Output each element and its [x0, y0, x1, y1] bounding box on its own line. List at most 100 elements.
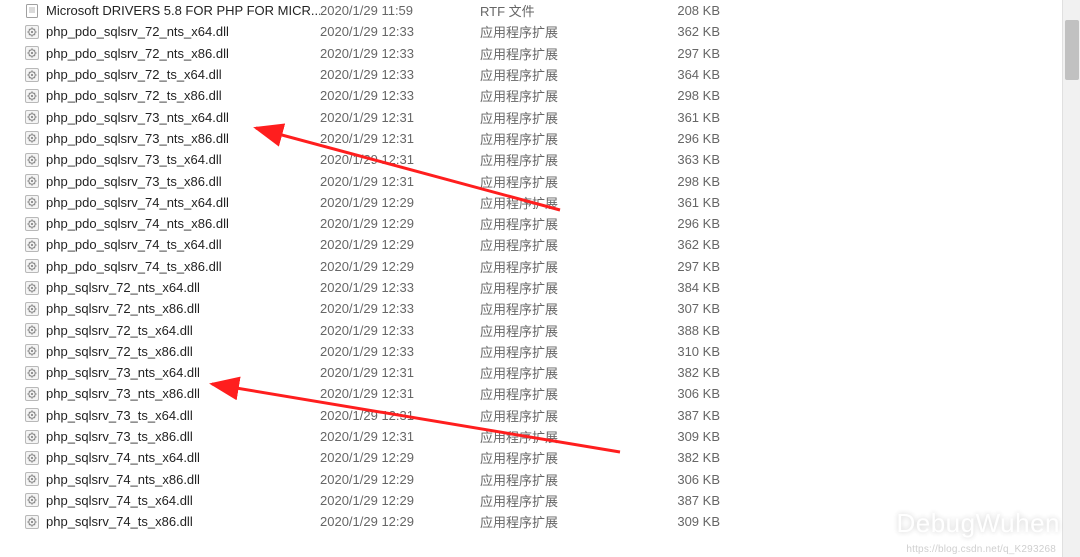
file-date: 2020/1/29 12:29 [320, 514, 480, 529]
file-row[interactable]: php_pdo_sqlsrv_73_nts_x64.dll2020/1/29 1… [0, 106, 1062, 127]
file-size: 296 KB [630, 131, 720, 146]
file-date: 2020/1/29 12:31 [320, 386, 480, 401]
file-type: 应用程序扩展 [480, 22, 630, 41]
file-type: 应用程序扩展 [480, 278, 630, 297]
dll-gear-icon [24, 237, 40, 253]
file-size: 297 KB [630, 259, 720, 274]
file-size: 296 KB [630, 216, 720, 231]
file-type: 应用程序扩展 [480, 193, 630, 212]
file-type: 应用程序扩展 [480, 108, 630, 127]
file-type: 应用程序扩展 [480, 257, 630, 276]
file-name: php_sqlsrv_73_nts_x64.dll [46, 365, 200, 380]
file-size: 361 KB [630, 110, 720, 125]
file-date: 2020/1/29 12:31 [320, 174, 480, 189]
file-row[interactable]: php_pdo_sqlsrv_73_ts_x86.dll 2020/1/29 12… [0, 170, 1062, 191]
file-size: 306 KB [630, 472, 720, 487]
file-name: php_pdo_sqlsrv_73_ts_x86.dll [46, 174, 222, 189]
dll-gear-icon [24, 67, 40, 83]
file-name: php_pdo_sqlsrv_73_ts_x64.dll [46, 152, 222, 167]
file-name: php_sqlsrv_74_ts_x64.dll [46, 493, 193, 508]
file-name: php_sqlsrv_72_ts_x86.dll [46, 344, 193, 359]
file-type: 应用程序扩展 [480, 172, 630, 191]
dll-gear-icon [24, 429, 40, 445]
dll-gear-icon [24, 173, 40, 189]
dll-gear-icon [24, 130, 40, 146]
dll-gear-icon [24, 88, 40, 104]
file-row[interactable]: php_sqlsrv_73_ts_x64.dll2020/1/29 12:31应… [0, 405, 1062, 426]
file-type: 应用程序扩展 [480, 384, 630, 403]
file-size: 310 KB [630, 344, 720, 359]
wechat-icon [854, 506, 888, 541]
dll-gear-icon [24, 280, 40, 296]
file-name: php_sqlsrv_72_nts_x86.dll [46, 301, 200, 316]
watermark: DebugWuhen [854, 506, 1060, 541]
file-name: php_sqlsrv_73_ts_x64.dll [46, 408, 193, 423]
scrollbar-track[interactable] [1062, 0, 1080, 557]
file-type: 应用程序扩展 [480, 150, 630, 169]
file-size: 307 KB [630, 301, 720, 316]
file-row[interactable]: php_pdo_sqlsrv_72_nts_x64.dll2020/1/29 1… [0, 21, 1062, 42]
dll-gear-icon [24, 407, 40, 423]
dll-gear-icon [24, 152, 40, 168]
file-row[interactable]: php_sqlsrv_72_nts_x86.dll2020/1/29 12:33… [0, 298, 1062, 319]
file-type: 应用程序扩展 [480, 342, 630, 361]
file-date: 2020/1/29 12:29 [320, 450, 480, 465]
file-type: 应用程序扩展 [480, 86, 630, 105]
file-size: 306 KB [630, 386, 720, 401]
file-date: 2020/1/29 12:31 [320, 131, 480, 146]
file-name: php_pdo_sqlsrv_74_ts_x86.dll [46, 259, 222, 274]
file-row[interactable]: php_sqlsrv_73_nts_x86.dll 2020/1/29 12:31… [0, 383, 1062, 404]
file-row[interactable]: php_sqlsrv_73_nts_x64.dll 2020/1/29 12:31… [0, 362, 1062, 383]
dll-gear-icon [24, 514, 40, 530]
file-row[interactable]: php_sqlsrv_72_nts_x64.dll2020/1/29 12:33… [0, 277, 1062, 298]
file-row[interactable]: php_pdo_sqlsrv_74_nts_x86.dll2020/1/29 1… [0, 213, 1062, 234]
file-row[interactable]: php_sqlsrv_74_nts_x86.dll2020/1/29 12:29… [0, 469, 1062, 490]
file-name: php_sqlsrv_73_nts_x86.dll [46, 386, 200, 401]
file-row[interactable]: php_pdo_sqlsrv_74_ts_x86.dll2020/1/29 12… [0, 256, 1062, 277]
file-type: 应用程序扩展 [480, 129, 630, 148]
file-type: 应用程序扩展 [480, 235, 630, 254]
file-type: 应用程序扩展 [480, 363, 630, 382]
file-size: 388 KB [630, 323, 720, 338]
file-row[interactable]: php_pdo_sqlsrv_72_ts_x64.dll 2020/1/29 12… [0, 64, 1062, 85]
file-type: 应用程序扩展 [480, 321, 630, 340]
file-name: php_sqlsrv_73_ts_x86.dll [46, 429, 193, 444]
file-type: 应用程序扩展 [480, 299, 630, 318]
file-name: php_pdo_sqlsrv_74_nts_x86.dll [46, 216, 229, 231]
file-row[interactable]: php_pdo_sqlsrv_74_ts_x64.dll2020/1/29 12… [0, 234, 1062, 255]
file-date: 2020/1/29 12:33 [320, 88, 480, 103]
file-type: 应用程序扩展 [480, 491, 630, 510]
file-size: 298 KB [630, 174, 720, 189]
scrollbar-thumb[interactable] [1065, 20, 1079, 80]
file-date: 2020/1/29 12:33 [320, 46, 480, 61]
file-date: 2020/1/29 12:31 [320, 110, 480, 125]
file-name: php_pdo_sqlsrv_72_ts_x64.dll [46, 67, 222, 82]
file-name: php_pdo_sqlsrv_74_nts_x64.dll [46, 195, 229, 210]
file-type: 应用程序扩展 [480, 448, 630, 467]
file-size: 208 KB [630, 3, 720, 18]
file-size: 309 KB [630, 429, 720, 444]
file-date: 2020/1/29 12:33 [320, 323, 480, 338]
file-row[interactable]: Microsoft DRIVERS 5.8 FOR PHP FOR MICR..… [0, 0, 1062, 21]
file-row[interactable]: php_sqlsrv_73_ts_x86.dll2020/1/29 12:31应… [0, 426, 1062, 447]
dll-gear-icon [24, 216, 40, 232]
file-row[interactable]: php_pdo_sqlsrv_73_ts_x64.dll2020/1/29 12… [0, 149, 1062, 170]
file-row[interactable]: php_sqlsrv_74_nts_x64.dll 2020/1/29 12:29… [0, 447, 1062, 468]
file-list[interactable]: Microsoft DRIVERS 5.8 FOR PHP FOR MICR..… [0, 0, 1062, 532]
file-name: php_pdo_sqlsrv_73_nts_x86.dll [46, 131, 229, 146]
file-row[interactable]: php_pdo_sqlsrv_74_nts_x64.dll2020/1/29 1… [0, 192, 1062, 213]
file-row[interactable]: php_pdo_sqlsrv_73_nts_x86.dll 2020/1/29 1… [0, 128, 1062, 149]
file-row[interactable]: php_sqlsrv_72_ts_x86.dll2020/1/29 12:33应… [0, 341, 1062, 362]
file-size: 362 KB [630, 24, 720, 39]
file-date: 2020/1/29 12:33 [320, 67, 480, 82]
file-row[interactable]: php_sqlsrv_72_ts_x64.dll2020/1/29 12:33应… [0, 319, 1062, 340]
file-row[interactable]: php_pdo_sqlsrv_72_nts_x86.dll2020/1/29 1… [0, 43, 1062, 64]
file-date: 2020/1/29 11:59 [320, 3, 480, 18]
file-date: 2020/1/29 12:31 [320, 365, 480, 380]
footer-url: https://blog.csdn.net/q_K293268 [906, 544, 1056, 555]
file-name: php_sqlsrv_74_nts_x64.dll [46, 450, 200, 465]
file-row[interactable]: php_pdo_sqlsrv_72_ts_x86.dll2020/1/29 12… [0, 85, 1062, 106]
file-date: 2020/1/29 12:31 [320, 429, 480, 444]
dll-gear-icon [24, 301, 40, 317]
file-size: 309 KB [630, 514, 720, 529]
